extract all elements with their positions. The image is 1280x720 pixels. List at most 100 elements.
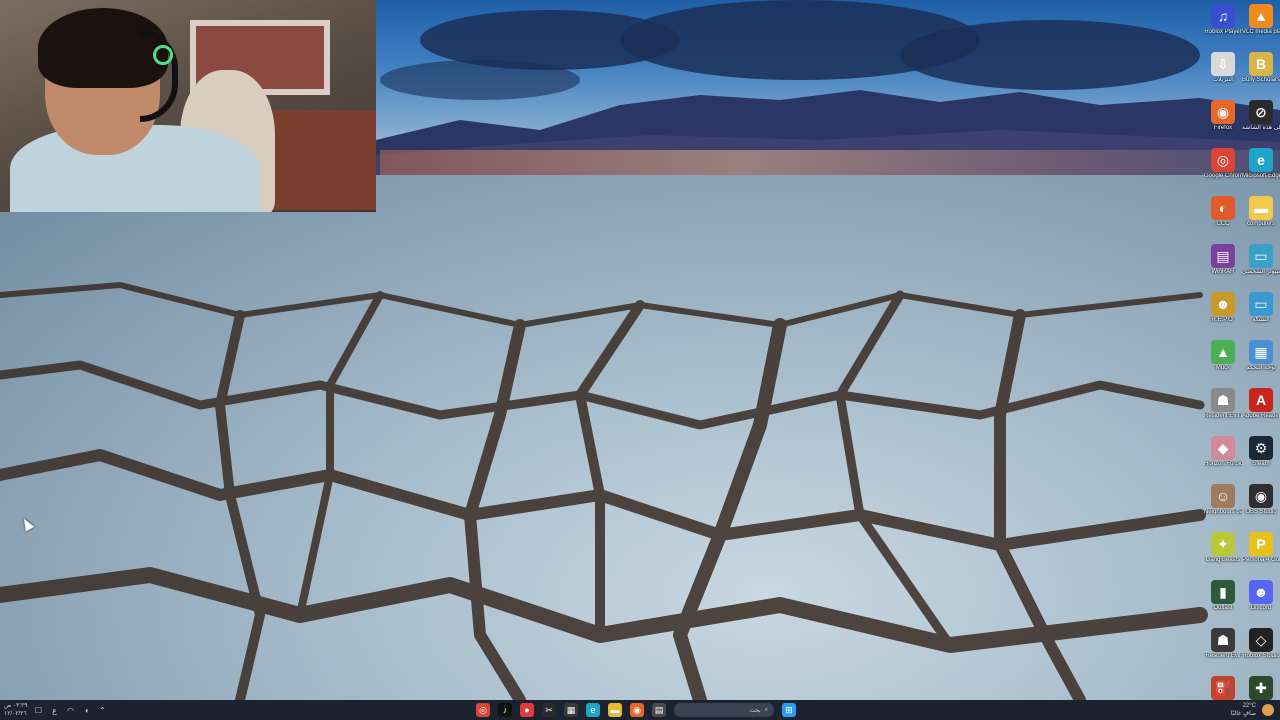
desktop-shortcut-label: Roblox Player [1204,29,1242,35]
search-placeholder: بحث [749,707,761,714]
desktop-shortcut[interactable]: ◐ CCC [1204,194,1242,240]
downloads-folder-icon: ⇩ [1211,52,1235,76]
horizon-game-icon: ◆ [1211,436,1235,460]
desktop-icon-grid: ♫Roblox Player▲VLC media player⇩التنزيلا… [1204,2,1280,707]
discord-icon: ☻ [1249,580,1273,604]
desktop-shortcut-label: Firefox [1213,125,1233,131]
tiktok-taskbar-icon[interactable]: ♪ [498,703,512,717]
firefox-taskbar-icon[interactable]: ◉ [630,703,644,717]
resident-evil-icon: ☗ [1211,628,1235,652]
desktop-shortcut[interactable]: ⊘ترسل إلى هذه الشاشة [1242,98,1280,144]
recorder-taskbar-icon[interactable]: ● [520,703,534,717]
taskbar-right: 22°C صافٍ غالبًا [1231,700,1274,720]
weather-sun-icon [1262,704,1274,716]
firefox-icon: ◉ [1211,100,1235,124]
roblox-player-icon: ♫ [1211,4,1235,28]
calendar-taskbar-icon[interactable]: ▦ [564,703,578,717]
roblox-studio-icon: ◇ [1249,628,1273,652]
desktop-shortcut[interactable]: ▮ Outlast [1204,578,1242,624]
desktop-shortcut-label: Adobe Reader X [1242,413,1280,419]
clock-time: ٠٣:٢٩ ص [4,703,28,709]
weather-temperature: 22°C [1242,703,1256,709]
gas-station-icon: ⛽ [1211,676,1235,700]
desktop-shortcut[interactable]: ☗Resident Evil Requiem [1204,386,1242,432]
adobe-reader-icon: A [1249,388,1273,412]
desktop-shortcut[interactable]: ◎Google Chrome [1204,146,1242,192]
weather-widget[interactable]: 22°C صافٍ غالبًا [1231,702,1256,718]
language-indicator[interactable]: ع [49,705,59,715]
desktop-shortcut[interactable]: ☻ R.E.P.O. [1204,290,1242,336]
wifi-icon[interactable]: ◠ [65,705,75,715]
desktop-shortcut[interactable]: ✦ Gang Beasts [1204,530,1242,576]
desktop-shortcut[interactable]: BBully Scholarsh... [1242,50,1280,96]
re-requiem-icon: ☗ [1211,388,1235,412]
explorer-taskbar-icon[interactable]: ▬ [608,703,622,717]
start-button[interactable]: ⊞ [782,703,796,717]
desktop-shortcut-label: الشبكة [1252,317,1270,323]
desktop-shortcut[interactable]: ▲ Muck [1204,338,1242,384]
desktop-shortcut[interactable]: ◇ Roblox Studio [1242,626,1280,672]
headset-light-icon [153,45,173,65]
desktop-shortcut-label: CCC [1216,221,1230,227]
obs-icon: ◉ [1249,484,1273,508]
desktop-shortcut[interactable]: ⚙ Steam [1242,434,1280,480]
desktop-shortcut[interactable]: ☗ Resident Evil [1204,626,1242,672]
desktop-shortcut[interactable]: ▬ computers [1242,194,1280,240]
desktop-shortcut[interactable]: ▲VLC media player [1242,2,1280,48]
desktop-shortcut[interactable]: ▤ WinRAR [1204,242,1242,288]
taskbar-left-tray: ٠٣:٢٩ ص ١٢/٠٢/٢٦ ☐ ع ◠ ◖ ⌃ [4,700,107,720]
desktop-shortcut-label: Neighbours back From... [1204,509,1242,515]
desktop-shortcut-label: ترسل إلى هذه الشاشة [1242,125,1280,131]
chrome-taskbar-icon[interactable]: ◎ [476,703,490,717]
desktop-shortcut-label: Muck [1215,365,1231,371]
volume-icon[interactable]: ◖ [81,705,91,715]
desktop-shortcut-label: Outlast [1213,605,1233,611]
notes-taskbar-icon[interactable]: ▤ [652,703,666,717]
folder-icon: ▬ [1249,196,1273,220]
desktop-shortcut-label: computers [1246,221,1275,227]
desktop-shortcut-label: Resident Evil Requiem [1204,413,1242,419]
desktop-shortcut[interactable]: ⇩ التنزيلات [1204,50,1242,96]
desktop-shortcut-label: Persona 4 Golden [1242,557,1280,563]
desktop-shortcut-label: هذا الكمبيوتر الشخصي [1242,269,1280,275]
desktop-shortcut[interactable]: ☺Neighbours back From... [1204,482,1242,528]
edge-icon: e [1249,148,1273,172]
desktop-shortcut-label: Steam [1252,461,1270,467]
bully-game-icon: B [1249,52,1273,76]
desktop-shortcut[interactable]: ◉ OBS Studio [1242,482,1280,528]
search-icon: ⌕ [764,706,768,713]
outlast-icon: ▮ [1211,580,1235,604]
desktop-shortcut-label: Roblox Studio [1242,653,1280,659]
desktop-shortcut[interactable]: ☻ Discord [1242,578,1280,624]
capcut-taskbar-icon[interactable]: ✂ [542,703,556,717]
desktop-shortcut[interactable]: ◉ Firefox [1204,98,1242,144]
desktop-shortcut[interactable]: e Microsoft Edge [1242,146,1280,192]
desktop-shortcut[interactable]: ▭ الشبكة [1242,290,1280,336]
desktop-shortcut-label: Resident Evil [1205,653,1241,659]
desktop-shortcut-label: WinRAR [1211,269,1235,275]
clock[interactable]: ٠٣:٢٩ ص ١٢/٠٢/٢٦ [4,702,27,718]
taskbar-search-box[interactable]: بحث ⌕ [674,703,774,717]
desktop-shortcut[interactable]: ◆Horizon Forbidde... [1204,434,1242,480]
persona4-icon: P [1249,532,1273,556]
control-panel-icon: ▦ [1249,340,1273,364]
desktop-shortcut[interactable]: ♫ Roblox Player [1204,2,1242,48]
wallpaper-cracks [0,282,1208,700]
taskbar: ٠٣:٢٩ ص ١٢/٠٢/٢٦ ☐ ع ◠ ◖ ⌃ ◎ ♪ ● ✂ ▦ e ▬ ◉ ▤ بحث… [0,700,1280,720]
desktop-shortcut[interactable]: AAdobe Reader X [1242,386,1280,432]
tray-chevron-up-icon[interactable]: ⌃ [97,705,107,715]
webcam-overlay [0,0,376,212]
desktop-shortcut-label: Microsoft Edge [1242,173,1280,179]
desktop-shortcut-label: لوحة التحكم [1245,365,1276,371]
desktop-shortcut[interactable]: ▭هذا الكمبيوتر الشخصي [1242,242,1280,288]
clock-date: ١٢/٠٢/٢٦ [4,711,27,717]
edge-taskbar-icon[interactable]: e [586,703,600,717]
desktop-shortcut-label: R.E.P.O. [1211,317,1235,323]
vlc-icon: ▲ [1249,4,1273,28]
desktop-shortcut[interactable]: PPersona 4 Golden [1242,530,1280,576]
this-pc-icon: ▭ [1249,244,1273,268]
desktop-shortcut-label: Google Chrome [1204,173,1242,179]
notification-icon[interactable]: ☐ [33,705,43,715]
desktop-shortcut-label: التنزيلات [1212,77,1234,83]
desktop-shortcut[interactable]: ▦ لوحة التحكم [1242,338,1280,384]
